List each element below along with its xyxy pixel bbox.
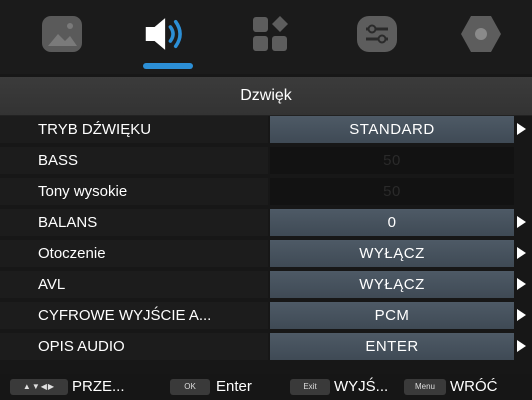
menu-row-value[interactable]: 50 xyxy=(270,147,514,174)
menu-row-sound-mode[interactable]: TRYB DŹWIĘKU STANDARD xyxy=(0,116,532,143)
menu-row-label: Tony wysokie xyxy=(0,178,268,205)
menu-row-label: CYFROWE WYJŚCIE A... xyxy=(0,302,268,329)
ok-hint-label: Enter xyxy=(216,378,252,395)
page-title: Dzwięk xyxy=(0,77,532,116)
apps-icon xyxy=(253,16,288,51)
tv-sound-menu: Dzwięk TRYB DŹWIĘKU STANDARD BASS 50 Ton… xyxy=(0,0,532,400)
ok-key: OK xyxy=(170,379,210,395)
menu-key: Menu xyxy=(404,379,446,395)
right-arrow-icon[interactable] xyxy=(517,309,526,321)
menu-row-balance[interactable]: BALANS 0 xyxy=(0,209,532,236)
menu-hint-label: WRÓĆ xyxy=(450,378,498,395)
menu-row-label: OPIS AUDIO xyxy=(0,333,268,360)
remote-key-hints: ▲▼◀▶ PRZE... OK Enter Exit WYJŚ... Menu … xyxy=(0,374,532,400)
menu-row-digital-audio-out[interactable]: CYFROWE WYJŚCIE A... PCM xyxy=(0,302,532,329)
selected-tab-indicator xyxy=(143,63,193,69)
menu-row-value[interactable]: WYŁĄCZ xyxy=(270,240,514,267)
menu-row-audio-description[interactable]: OPIS AUDIO ENTER xyxy=(0,333,532,360)
nav-hint-label: PRZE... xyxy=(72,378,125,395)
menu-row-treble[interactable]: Tony wysokie 50 xyxy=(0,178,532,205)
menu-row-label: BASS xyxy=(0,147,268,174)
menu-row-label: BALANS xyxy=(0,209,268,236)
menu-row-label: Otoczenie xyxy=(0,240,268,267)
exit-hint-label: WYJŚ... xyxy=(334,378,389,395)
right-arrow-icon[interactable] xyxy=(517,123,526,135)
nav-arrows-key: ▲▼◀▶ xyxy=(10,379,68,395)
menu-row-surround[interactable]: Otoczenie WYŁĄCZ xyxy=(0,240,532,267)
menu-row-value[interactable]: 50 xyxy=(270,178,514,205)
sound-icon xyxy=(145,18,182,50)
right-arrow-icon[interactable] xyxy=(517,216,526,228)
menu-tab-bar xyxy=(0,0,532,74)
picture-icon xyxy=(42,16,82,52)
right-arrow-icon[interactable] xyxy=(517,247,526,259)
menu-row-bass[interactable]: BASS 50 xyxy=(0,147,532,174)
menu-row-value[interactable]: PCM xyxy=(270,302,514,329)
tab-sound[interactable] xyxy=(144,12,188,56)
right-arrow-icon[interactable] xyxy=(517,340,526,352)
lock-icon xyxy=(461,16,501,52)
tab-picture[interactable] xyxy=(40,12,84,56)
menu-row-value[interactable]: WYŁĄCZ xyxy=(270,271,514,298)
right-arrow-icon[interactable] xyxy=(517,278,526,290)
menu-row-value[interactable]: 0 xyxy=(270,209,514,236)
tab-lock[interactable] xyxy=(459,12,503,56)
tab-apps[interactable] xyxy=(248,12,292,56)
menu-row-value[interactable]: STANDARD xyxy=(270,116,514,143)
menu-row-label: AVL xyxy=(0,271,268,298)
exit-key: Exit xyxy=(290,379,330,395)
tab-settings[interactable] xyxy=(355,12,399,56)
menu-row-value[interactable]: ENTER xyxy=(270,333,514,360)
sound-settings-list: TRYB DŹWIĘKU STANDARD BASS 50 Tony wysok… xyxy=(0,116,532,364)
settings-sliders-icon xyxy=(357,16,397,52)
menu-row-label: TRYB DŹWIĘKU xyxy=(0,116,268,143)
menu-row-avl[interactable]: AVL WYŁĄCZ xyxy=(0,271,532,298)
